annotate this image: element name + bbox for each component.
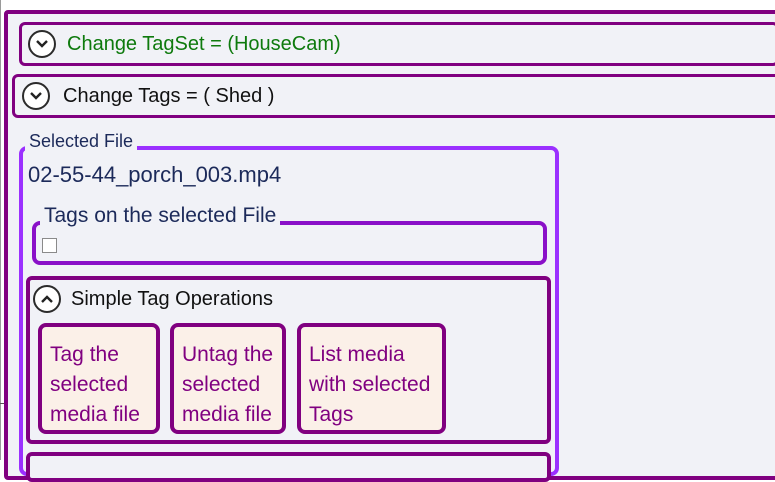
change-tags-expander[interactable]: Change Tags = ( Shed ) [12, 74, 775, 118]
chevron-down-icon[interactable] [28, 30, 56, 58]
change-tags-title: Change Tags = ( Shed ) [63, 84, 275, 107]
selected-file-legend: Selected File [25, 131, 138, 152]
chevron-up-icon[interactable] [33, 285, 61, 313]
change-tagset-expander[interactable]: Change TagSet = (HouseCam) [19, 22, 775, 66]
list-media-with-tags-button[interactable]: List media with selected Tags [297, 323, 446, 434]
simple-tag-operations-title: Simple Tag Operations [71, 287, 273, 310]
selected-file-name: 02-55-44_porch_003.mp4 [28, 162, 282, 187]
change-tagset-title: Change TagSet = (HouseCam) [67, 32, 341, 55]
window-edge [0, 0, 1, 460]
untag-selected-file-button[interactable]: Untag the selected media file [170, 323, 286, 434]
simple-tag-operations-header[interactable]: Simple Tag Operations [33, 285, 273, 313]
tag-selected-file-button[interactable]: Tag the selected media file [38, 323, 160, 434]
next-expander-partial [26, 452, 551, 482]
file-tags-legend: Tags on the selected File [40, 204, 281, 228]
chevron-down-icon[interactable] [22, 82, 50, 110]
tag-checkbox[interactable] [42, 238, 57, 253]
